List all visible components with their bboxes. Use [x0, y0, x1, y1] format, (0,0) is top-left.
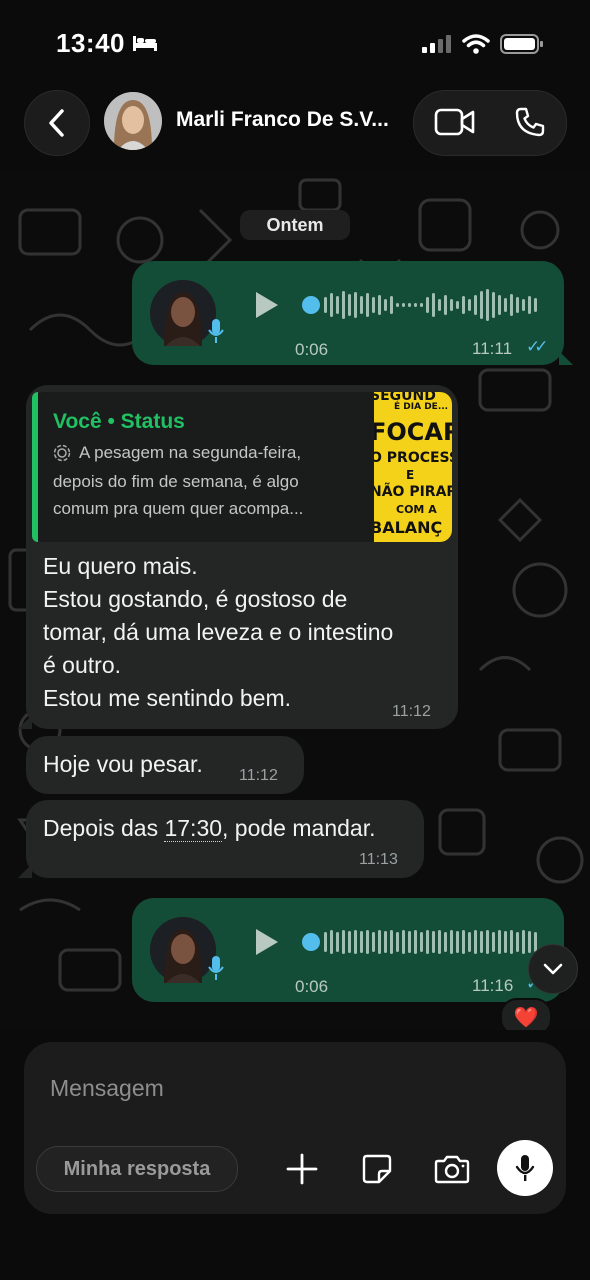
message-text-part: Depois das [43, 815, 165, 841]
quote-text-line: depois do fim de semana, é algo [53, 472, 299, 491]
bubble-tail [18, 864, 32, 878]
voice-duration: 0:06 [295, 977, 329, 996]
phone-icon [515, 107, 545, 137]
camera-button[interactable] [429, 1146, 475, 1192]
message-time: 11:13 [359, 851, 398, 868]
scroll-to-bottom-button[interactable] [528, 944, 578, 994]
attach-button[interactable] [279, 1146, 325, 1192]
video-call-button[interactable] [430, 100, 480, 144]
voice-sender-avatar [150, 280, 216, 346]
message-time: 11:11 [472, 339, 513, 358]
voice-sender-avatar-image [150, 280, 216, 346]
contact-avatar-image [104, 92, 162, 150]
video-call-icon [434, 108, 475, 136]
play-icon[interactable] [254, 290, 280, 320]
wifi-icon [462, 34, 490, 54]
bubble-tail [559, 351, 573, 365]
read-ticks: ✓✓ [526, 337, 548, 356]
thumbnail-text: E [406, 468, 415, 482]
message-text-line: Estou me sentindo bem. [43, 685, 292, 711]
message-text-part: , pode mandar. [222, 815, 376, 841]
waveform[interactable] [300, 924, 540, 960]
message-text-line: Eu quero mais. [43, 553, 198, 579]
mic-icon [208, 956, 224, 980]
mic-icon [208, 319, 224, 343]
status-time: 13:40 [56, 28, 125, 58]
bubble-tail [18, 715, 32, 729]
thumbnail-text: BALANÇ [374, 518, 443, 537]
battery-icon [500, 34, 543, 54]
thumbnail-text: O PROCESS [374, 450, 452, 466]
date-separator: Ontem [240, 210, 350, 240]
plus-icon [286, 1153, 318, 1185]
thumbnail-text: NÃO PIRAR [374, 484, 452, 500]
voice-call-button[interactable] [505, 100, 555, 144]
voice-record-button[interactable] [497, 1140, 553, 1196]
sticker-icon [362, 1154, 392, 1184]
voice-sender-avatar-image [150, 917, 216, 983]
voice-sender-avatar [150, 917, 216, 983]
status-thumbnail[interactable]: SEGUND É DIA DE... FOCAR O PROCESS E NÃO… [374, 392, 452, 542]
message-input[interactable] [48, 1072, 472, 1104]
back-button[interactable] [24, 90, 90, 156]
voice-duration: 0:06 [295, 340, 329, 359]
message-text: Depois das 17:30, pode mandar. [43, 815, 375, 842]
message-time: 11:16 [472, 976, 514, 995]
message-time: 11:12 [239, 767, 278, 784]
quote-accent-bar [32, 392, 38, 542]
sticker-button[interactable] [354, 1146, 400, 1192]
thumbnail-text: É DIA DE... [394, 402, 449, 412]
message-text: Hoje vou pesar. [43, 751, 203, 777]
thumbnail-text: COM A [396, 503, 437, 516]
message-text-line: Estou gostando, é gostoso de [43, 586, 348, 612]
heart-icon: ❤️ [513, 1006, 539, 1029]
suggested-reply-chip[interactable]: Minha resposta [36, 1146, 238, 1192]
contact-name[interactable]: Marli Franco De S.V... [176, 108, 389, 132]
message-text-line: é outro. [43, 652, 121, 678]
quote-text-line: A pesagem na segunda-feira, [79, 443, 302, 462]
contact-avatar[interactable] [104, 92, 162, 150]
message-time: 11:12 [392, 703, 431, 720]
cellular-signal-icon [422, 35, 451, 53]
quote-text-line: comum pra quem quer acompa... [53, 499, 304, 518]
waveform[interactable] [300, 287, 540, 323]
message-text-line: tomar, dá uma leveza e o intestino [43, 619, 394, 645]
mic-icon [515, 1155, 535, 1181]
status-ring-icon [53, 444, 71, 462]
camera-icon [434, 1155, 470, 1184]
thumbnail-text: FOCAR [374, 418, 452, 446]
chevron-down-icon [543, 963, 563, 975]
back-icon [49, 109, 64, 137]
sleep-focus-icon [133, 36, 157, 51]
quote-author: Você • Status [53, 410, 185, 433]
play-icon[interactable] [254, 927, 280, 957]
time-link[interactable]: 17:30 [164, 815, 223, 842]
